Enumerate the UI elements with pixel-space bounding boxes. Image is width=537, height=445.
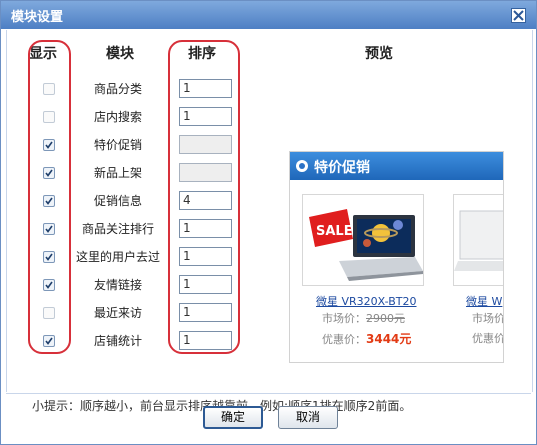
order-input[interactable] <box>179 135 232 154</box>
show-checkbox[interactable] <box>43 139 55 151</box>
preview-header-title: 特价促销 <box>314 160 370 176</box>
show-checkbox[interactable] <box>43 83 55 95</box>
module-name: 商品关注排行 <box>81 222 154 236</box>
bullet-icon <box>296 160 308 172</box>
show-checkbox[interactable] <box>43 251 55 263</box>
product-name-link[interactable]: 微星 VR320X-BT20 <box>316 293 417 309</box>
order-input[interactable]: 4 <box>179 191 232 210</box>
module-settings-dialog: 模块设置 显示 模块 排序 预览 商品分类 1 店内搜索 1 特价促销 新品上架 促销信息 4… <box>0 0 537 445</box>
column-header-module: 模块 <box>106 46 134 62</box>
settings-panel: 显示 模块 排序 预览 商品分类 1 店内搜索 1 特价促销 新品上架 促销信息 4 商品关注排… <box>6 30 533 413</box>
product-name-link[interactable]: 微星 W <box>466 293 502 309</box>
show-checkbox[interactable] <box>43 335 55 347</box>
show-checkbox[interactable] <box>43 111 55 123</box>
sale-badge: SALE <box>316 224 353 239</box>
show-checkbox[interactable] <box>43 195 55 207</box>
order-input[interactable]: 1 <box>179 247 232 266</box>
preview-box: 特价促销 SALE 微星 VR320X-BT20 市场价：2900元 优惠价：3… <box>289 151 504 363</box>
order-input[interactable]: 1 <box>179 303 232 322</box>
module-name: 促销信息 <box>93 194 142 208</box>
show-checkbox[interactable] <box>43 279 55 291</box>
market-price: 市场价：2900元 <box>322 312 405 325</box>
product-image[interactable] <box>453 194 503 286</box>
title-bar[interactable]: 模块设置 <box>1 1 536 29</box>
ok-button[interactable]: 确定 <box>203 406 263 429</box>
show-checkbox[interactable] <box>43 223 55 235</box>
module-name: 这里的用户去过 <box>75 250 160 264</box>
divider <box>6 393 531 394</box>
order-input[interactable] <box>179 163 232 182</box>
product-image[interactable]: SALE <box>302 194 424 286</box>
module-name: 特价促销 <box>93 138 142 152</box>
module-name: 友情链接 <box>93 278 142 292</box>
close-icon[interactable] <box>511 8 526 23</box>
show-checkbox[interactable] <box>43 307 55 319</box>
module-name: 新品上架 <box>93 166 142 180</box>
sale-price: 优惠价：3444元 <box>322 332 412 346</box>
order-input[interactable]: 1 <box>179 219 232 238</box>
order-input[interactable]: 1 <box>179 107 232 126</box>
order-input[interactable]: 1 <box>179 331 232 350</box>
show-checkbox[interactable] <box>43 167 55 179</box>
module-name: 商品分类 <box>93 82 142 96</box>
order-input[interactable]: 1 <box>179 275 232 294</box>
sale-price: 优惠价 <box>472 332 504 345</box>
preview-header: 特价促销 <box>290 152 503 180</box>
module-name: 最近来访 <box>93 306 142 320</box>
module-name: 店铺统计 <box>93 334 142 348</box>
cancel-button[interactable]: 取消 <box>278 406 338 429</box>
column-header-preview: 预览 <box>365 46 393 62</box>
dialog-title: 模块设置 <box>11 10 64 25</box>
order-input[interactable]: 1 <box>179 79 232 98</box>
market-price: 市场价 <box>472 312 504 325</box>
module-name: 店内搜索 <box>93 110 142 124</box>
